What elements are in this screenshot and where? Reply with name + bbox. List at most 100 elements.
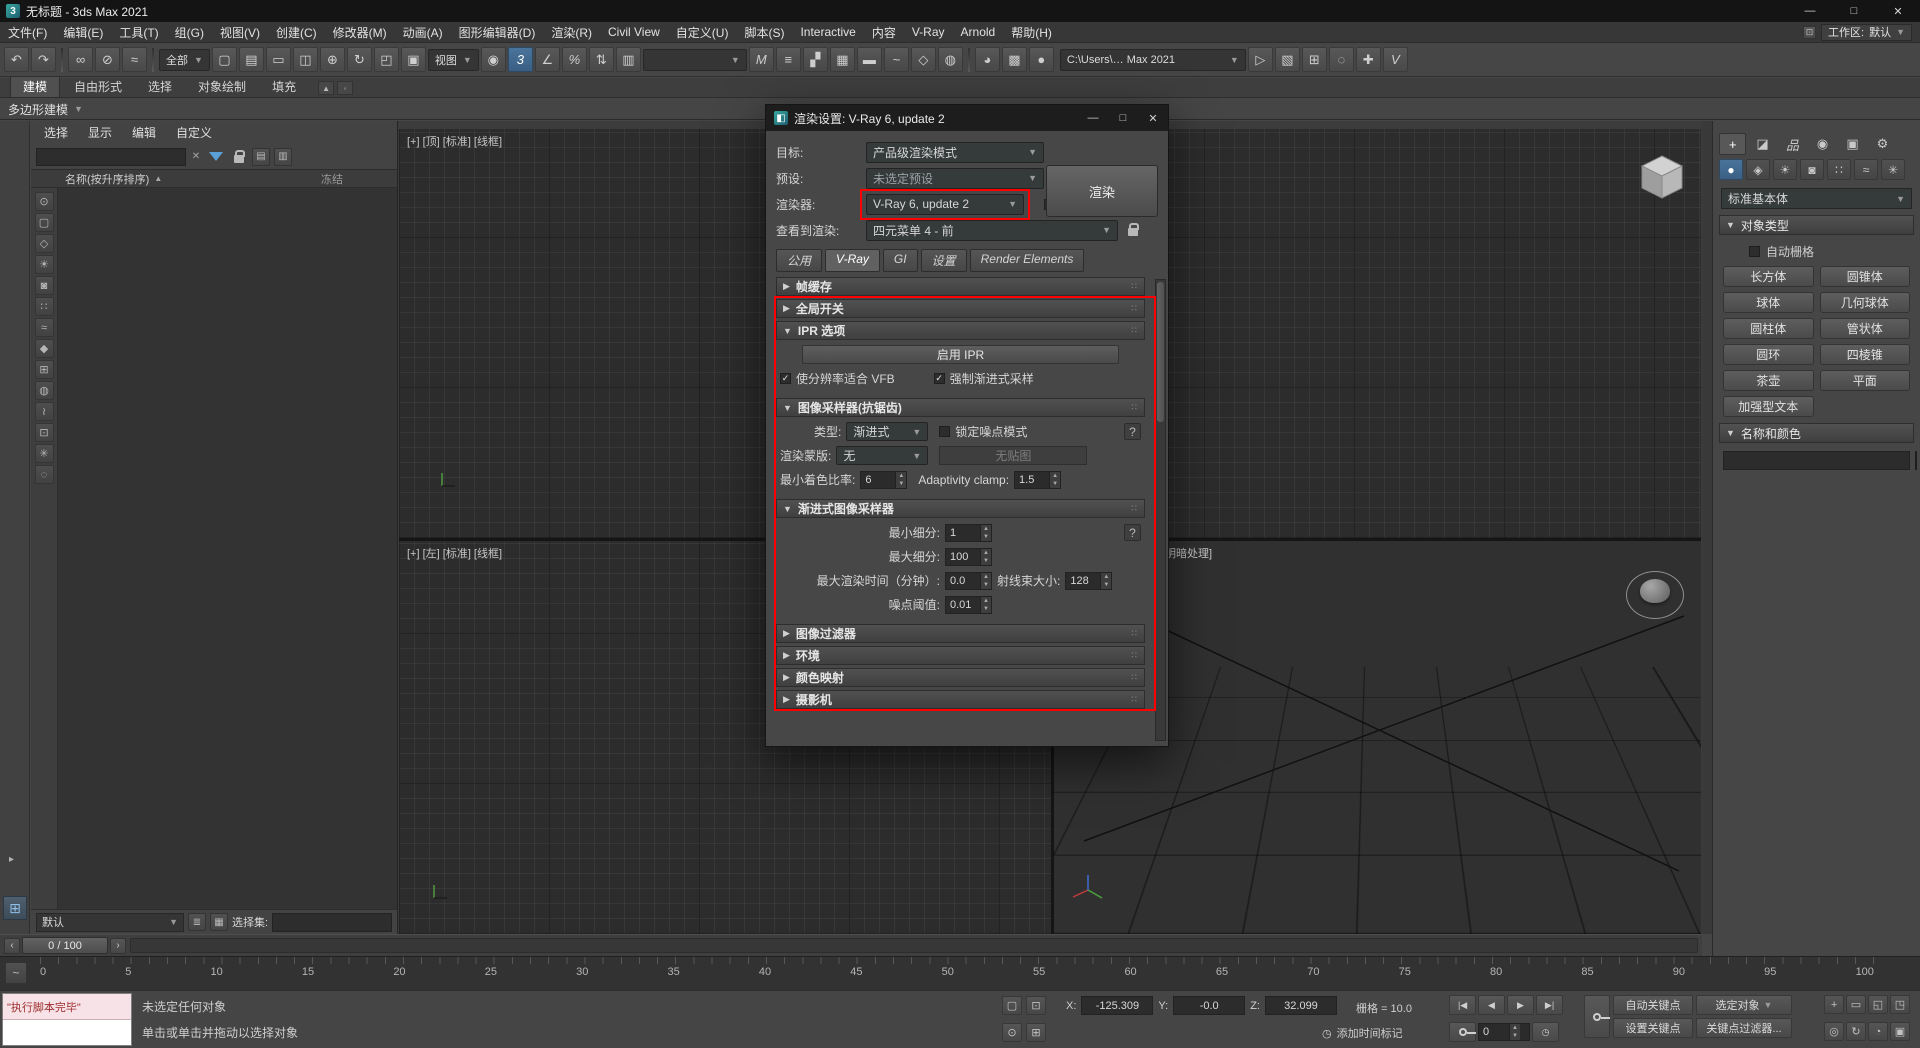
redo-icon[interactable]: ↷ bbox=[31, 47, 56, 72]
angle-snap-icon[interactable]: ∠ bbox=[535, 47, 560, 72]
dialog-close-button[interactable]: ✕ bbox=[1138, 105, 1168, 131]
explorer-menu-customize[interactable]: 自定义 bbox=[167, 124, 221, 141]
display-containers-icon[interactable]: ⊡ bbox=[35, 423, 54, 442]
geometry-category-icon[interactable]: ● bbox=[1719, 159, 1743, 180]
maxscript-mini-listener[interactable]: "执行脚本完毕" bbox=[2, 993, 132, 1046]
rollout-image-sampler-header[interactable]: ▼图像采样器(抗锯齿)∷ bbox=[776, 398, 1145, 417]
object-type-button[interactable]: 圆柱体 bbox=[1723, 318, 1814, 339]
absolute-mode-icon[interactable]: ⊞ bbox=[1026, 1023, 1046, 1042]
render-setup-icon[interactable]: ◕ bbox=[975, 47, 1000, 72]
shapes-category-icon[interactable]: ◈ bbox=[1746, 159, 1770, 180]
rollout-ipr-header[interactable]: ▼IPR 选项∷ bbox=[776, 321, 1145, 340]
percent-snap-icon[interactable]: % bbox=[562, 47, 587, 72]
rollout-frame-buffer[interactable]: ▶帧缓存∷ bbox=[776, 277, 1145, 296]
filter-funnel-icon[interactable] bbox=[209, 152, 223, 161]
force-progressive-checkbox[interactable] bbox=[934, 373, 945, 384]
rollout-environment[interactable]: ▶环境∷ bbox=[776, 646, 1145, 665]
zoom-region-icon[interactable]: ◳ bbox=[1890, 995, 1910, 1014]
select-link-icon[interactable]: ∞ bbox=[68, 47, 93, 72]
renderer-dropdown[interactable]: V-Ray 6, update 2▼ bbox=[866, 194, 1024, 215]
display-hidden-icon[interactable]: ◌ bbox=[35, 465, 54, 484]
set-key-button[interactable]: 设置关键点 bbox=[1613, 1018, 1693, 1038]
rollout-image-filter[interactable]: ▶图像过滤器∷ bbox=[776, 624, 1145, 643]
sampler-type-dropdown[interactable]: 渐进式▼ bbox=[846, 422, 928, 441]
menu-item[interactable]: 图形编辑器(D) bbox=[451, 22, 544, 42]
project-folder-dropdown[interactable]: C:\Users\… Max 2021▼ bbox=[1060, 49, 1246, 71]
menu-item[interactable]: 内容 bbox=[864, 22, 904, 42]
display-spacewarps-icon[interactable]: ≈ bbox=[35, 318, 54, 337]
isolate-selection-icon[interactable]: ▢ bbox=[1002, 996, 1022, 1015]
min-shading-rate-spinner[interactable]: 6▲▼ bbox=[860, 471, 907, 489]
named-selection-dropdown[interactable]: ▼ bbox=[643, 49, 747, 71]
menu-item[interactable]: 动画(A) bbox=[395, 22, 451, 42]
curve-editor-icon[interactable]: ~ bbox=[884, 47, 909, 72]
close-button[interactable]: ✕ bbox=[1876, 0, 1920, 22]
spinner-snap-icon[interactable]: ⇅ bbox=[589, 47, 614, 72]
display-materials-icon[interactable]: ◍ bbox=[35, 381, 54, 400]
zoom-icon[interactable]: + bbox=[1824, 995, 1844, 1014]
time-slider-handle[interactable]: 0 / 100 bbox=[22, 937, 108, 954]
coordinate-system-dropdown[interactable]: 视图▼ bbox=[428, 49, 479, 71]
display-frozen-icon[interactable]: ✳ bbox=[35, 444, 54, 463]
menu-item[interactable]: 编辑(E) bbox=[55, 22, 111, 42]
y-coordinate-field[interactable]: -0.0 bbox=[1173, 996, 1245, 1015]
spacewarps-category-icon[interactable]: ≈ bbox=[1854, 159, 1878, 180]
ribbon-tab-object-paint[interactable]: 对象绘制 bbox=[186, 77, 258, 97]
time-configuration-icon[interactable]: ◷ bbox=[1532, 1022, 1559, 1042]
set-keys-button[interactable] bbox=[1584, 995, 1610, 1038]
import-scene-icon[interactable]: ▷ bbox=[1248, 47, 1273, 72]
display-bones-icon[interactable]: ≀ bbox=[35, 402, 54, 421]
dialog-tab-settings[interactable]: 设置 bbox=[921, 249, 967, 272]
select-move-icon[interactable]: ⊕ bbox=[320, 47, 345, 72]
go-to-start-icon[interactable]: |◀ bbox=[1449, 995, 1476, 1015]
time-slider-track[interactable] bbox=[130, 938, 1698, 953]
dialog-tab-common[interactable]: 公用 bbox=[776, 249, 822, 272]
align-icon[interactable]: ≡ bbox=[776, 47, 801, 72]
field-of-view-icon[interactable]: ◔ bbox=[1868, 1022, 1888, 1041]
viewport-top-label[interactable]: [+] [顶] [标准] [线框] bbox=[407, 133, 502, 149]
object-type-button[interactable]: 球体 bbox=[1723, 292, 1814, 313]
rendered-frame-icon[interactable]: ▩ bbox=[1002, 47, 1027, 72]
dialog-minimize-button[interactable]: — bbox=[1078, 105, 1108, 131]
viewport-layout-icon[interactable]: ⊞ bbox=[3, 896, 27, 920]
offset-mode-icon[interactable]: ⊡ bbox=[1026, 996, 1046, 1015]
modify-tab-icon[interactable]: ◪ bbox=[1749, 133, 1776, 155]
hierarchy-tab-icon[interactable]: 品 bbox=[1779, 133, 1806, 155]
menu-item[interactable]: 工具(T) bbox=[111, 22, 166, 42]
select-by-name-icon[interactable]: ▤ bbox=[239, 47, 264, 72]
ribbon-panel-polygon-modeling[interactable]: 多边形建模 bbox=[8, 101, 68, 118]
previous-frame-arrow[interactable]: ‹ bbox=[4, 938, 20, 954]
no-map-button[interactable]: 无贴图 bbox=[939, 446, 1087, 465]
display-xrefs-icon[interactable]: ⊞ bbox=[35, 360, 54, 379]
menu-item[interactable]: 创建(C) bbox=[268, 22, 325, 42]
enable-ipr-button[interactable]: 启用 IPR bbox=[802, 345, 1119, 364]
add-time-tag[interactable]: ◷ 添加时间标记 bbox=[1322, 1025, 1403, 1041]
dialog-tab-vray[interactable]: V-Ray bbox=[825, 249, 880, 272]
selection-filter-dropdown[interactable]: 全部▼ bbox=[159, 49, 210, 71]
display-lights-icon[interactable]: ☀ bbox=[35, 255, 54, 274]
display-tab-icon[interactable]: ▣ bbox=[1839, 133, 1866, 155]
open-container-icon[interactable]: ⊞ bbox=[1302, 47, 1327, 72]
viewcube-icon[interactable] bbox=[1639, 153, 1685, 201]
track-bar[interactable]: ~ 05101520253035404550556065707580859095… bbox=[0, 956, 1920, 990]
current-frame-spinner[interactable]: 0▲▼ bbox=[1478, 1023, 1530, 1041]
selection-set-field[interactable] bbox=[272, 913, 392, 932]
ribbon-tab-populate[interactable]: 填充 bbox=[260, 77, 308, 97]
previous-frame-icon[interactable]: ◀ bbox=[1478, 995, 1505, 1015]
menu-item[interactable]: 组(G) bbox=[167, 22, 212, 42]
preset-dropdown[interactable]: 未选定预设▼ bbox=[866, 168, 1044, 189]
object-type-button[interactable]: 加强型文本 bbox=[1723, 396, 1814, 417]
object-color-swatch[interactable] bbox=[1915, 451, 1917, 470]
explorer-menu-edit[interactable]: 编辑 bbox=[123, 124, 165, 141]
auto-key-button[interactable]: 自动关键点 bbox=[1613, 995, 1693, 1015]
help-button[interactable]: ? bbox=[1124, 423, 1141, 440]
pan-icon[interactable]: ◎ bbox=[1824, 1022, 1844, 1041]
listener-row[interactable] bbox=[3, 1020, 131, 1045]
next-frame-icon[interactable]: ▶| bbox=[1536, 995, 1563, 1015]
search-input[interactable] bbox=[36, 148, 186, 166]
select-rotate-icon[interactable]: ↻ bbox=[347, 47, 372, 72]
subcategory-dropdown[interactable]: 标准基本体▼ bbox=[1721, 188, 1912, 209]
ribbon-config-icon[interactable]: ◦ bbox=[337, 81, 353, 95]
select-object-icon[interactable]: ▢ bbox=[212, 47, 237, 72]
ribbon-tab-selection[interactable]: 选择 bbox=[136, 77, 184, 97]
